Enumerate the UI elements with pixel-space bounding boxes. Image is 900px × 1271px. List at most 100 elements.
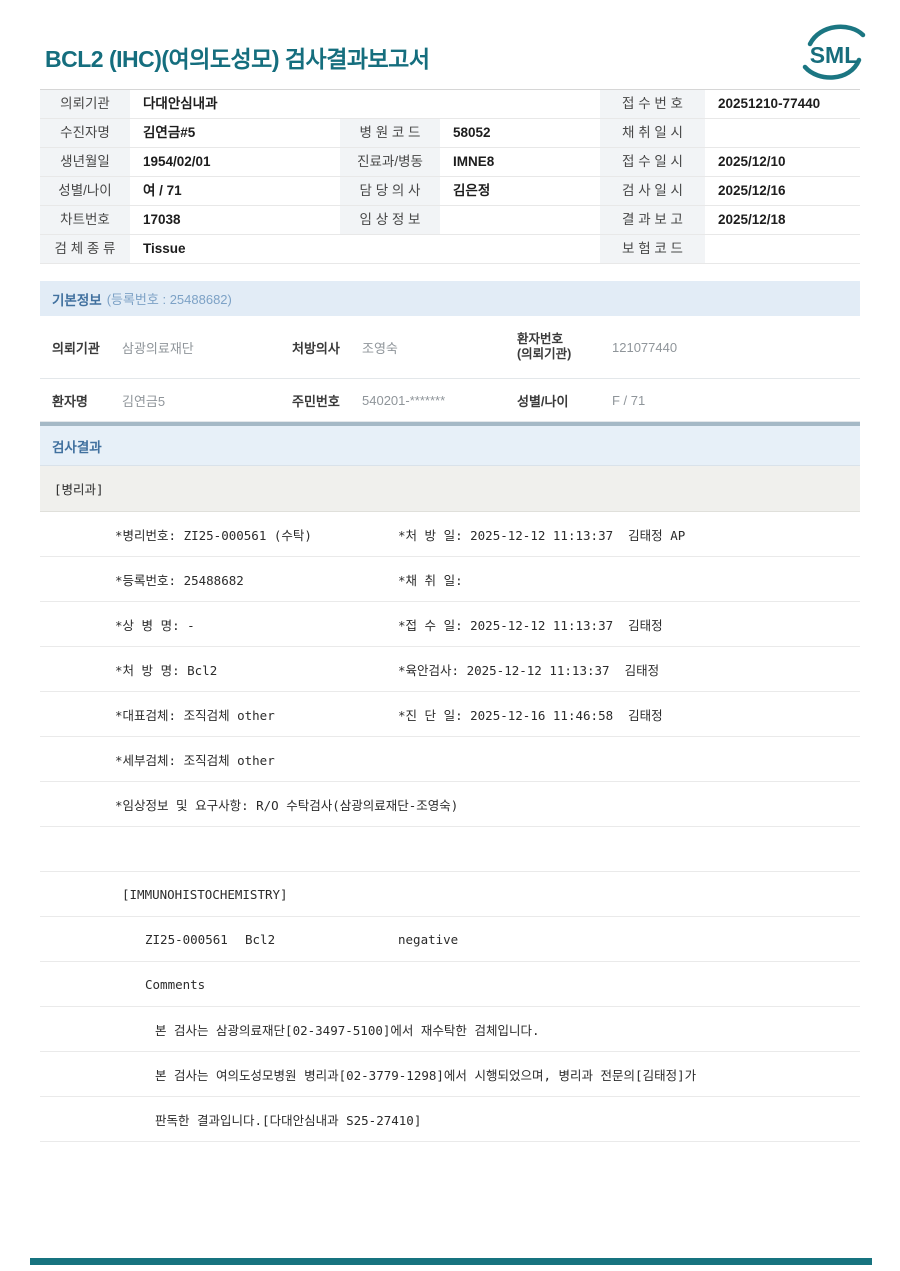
field-label: 환자명: [52, 393, 88, 409]
result-text: *상 병 명: -: [115, 617, 195, 633]
result-text: *진 단 일: 2025-12-16 11:46:58 김태정: [398, 707, 663, 723]
results-title: 검사결과: [52, 439, 102, 455]
field-label: 접 수 일 시: [600, 148, 705, 176]
result-text: *병리번호: ZI25-000561 (수탁): [115, 527, 312, 543]
table-row: 생년월일 1954/02/01 진료과/병동 IMNE8 접 수 일 시 202…: [40, 148, 860, 177]
field-value: [705, 235, 860, 263]
result-line: *상 병 명: - *접 수 일: 2025-12-12 11:13:37 김태…: [40, 602, 860, 647]
basic-info-header: 기본정보 (등록번호 : 25488682): [40, 281, 860, 316]
department-row: [병리과]: [40, 466, 860, 512]
field-value: 삼광의료재단: [122, 340, 194, 356]
field-label: 병 원 코 드: [340, 119, 440, 147]
result-line: *등록번호: 25488682 *채 취 일:: [40, 557, 860, 602]
field-value: [440, 206, 595, 234]
field-value: 121077440: [612, 339, 678, 355]
field-value: 여 / 71: [143, 183, 182, 198]
result-text: *세부검체: 조직검체 other: [115, 752, 275, 768]
result-line: *임상정보 및 요구사항: R/O 수탁검사(삼광의료재단-조영숙): [40, 782, 860, 827]
result-line: 본 검사는 여의도성모병원 병리과[02-3779-1298]에서 시행되었으며…: [40, 1052, 860, 1097]
result-text: *처 방 명: Bcl2: [115, 662, 218, 678]
comment-text: 본 검사는 삼광의료재단[02-3497-5100]에서 재수탁한 검체입니다.: [155, 1022, 540, 1038]
patient-info-table: 의뢰기관 다대안심내과 접 수 번 호 20251210-77440 수진자명 …: [40, 89, 860, 264]
field-label: 주민번호: [292, 393, 340, 409]
basic-info-row: 의뢰기관 삼광의료재단 처방의사 조영숙 환자번호 (의뢰기관) 1210774…: [40, 316, 860, 379]
result-line-empty: [40, 827, 860, 872]
result-line: Comments: [40, 962, 860, 1007]
comments-label: Comments: [145, 976, 206, 992]
field-value: 2025/12/10: [718, 154, 786, 169]
result-line: *처 방 명: Bcl2 *육안검사: 2025-12-12 11:13:37 …: [40, 647, 860, 692]
result-line: 본 검사는 삼광의료재단[02-3497-5100]에서 재수탁한 검체입니다.: [40, 1007, 860, 1052]
result-section-title: [IMMUNOHISTOCHEMISTRY]: [122, 886, 288, 902]
test-result: negative: [398, 931, 459, 947]
result-line: ZI25-000561 Bcl2 negative: [40, 917, 860, 962]
comment-text: 판독한 결과입니다.[다대안심내과 S25-27410]: [155, 1112, 422, 1128]
result-line: *병리번호: ZI25-000561 (수탁) *처 방 일: 2025-12-…: [40, 512, 860, 557]
field-label: 성별/나이: [517, 393, 569, 409]
result-text: *채 취 일:: [398, 572, 463, 588]
result-text: *임상정보 및 요구사항: R/O 수탁검사(삼광의료재단-조영숙): [115, 797, 459, 813]
field-label: 보 험 코 드: [600, 235, 705, 263]
field-value: F / 71: [612, 392, 646, 408]
field-value: 김연금5: [122, 393, 166, 409]
basic-info-cell: 주민번호 540201-*******: [292, 391, 517, 410]
field-value: 김은정: [453, 183, 491, 198]
footer-bar: [30, 1258, 872, 1265]
basic-info-cell: 의뢰기관 삼광의료재단: [52, 338, 292, 357]
result-text: *등록번호: 25488682: [115, 572, 244, 588]
field-label: 의뢰기관: [52, 340, 100, 356]
result-text: *접 수 일: 2025-12-12 11:13:37 김태정: [398, 617, 663, 633]
results-header: 검사결과: [40, 426, 860, 466]
basic-info-row: 환자명 김연금5 주민번호 540201-******* 성별/나이 F / 7…: [40, 379, 860, 422]
field-label: 담 당 의 사: [340, 177, 440, 205]
page-title: BCL2 (IHC)(여의도성모) 검사결과보고서: [45, 46, 430, 72]
field-label: 의뢰기관: [40, 90, 130, 118]
comment-text: 본 검사는 여의도성모병원 병리과[02-3779-1298]에서 시행되었으며…: [155, 1067, 697, 1083]
field-value: 김연금#5: [143, 125, 196, 140]
field-value: Tissue: [143, 241, 186, 256]
field-label: 환자번호 (의뢰기관): [517, 332, 612, 362]
field-label: 접 수 번 호: [600, 90, 705, 118]
department-label: [병리과]: [54, 482, 104, 497]
sml-logo: SML: [800, 20, 868, 84]
field-value: 다대안심내과: [143, 96, 218, 111]
field-label: 성별/나이: [40, 177, 130, 205]
field-label: 차트번호: [40, 206, 130, 234]
field-label: 결 과 보 고: [600, 206, 705, 234]
field-value: IMNE8: [453, 154, 495, 169]
field-label-line2: (의뢰기관): [517, 347, 572, 361]
field-label: 수진자명: [40, 119, 130, 147]
field-label-line1: 환자번호: [517, 332, 564, 346]
field-value: 17038: [143, 212, 181, 227]
basic-info-section: 기본정보 (등록번호 : 25488682) 의뢰기관 삼광의료재단 처방의사 …: [40, 281, 860, 422]
result-line: *대표검체: 조직검체 other *진 단 일: 2025-12-16 11:…: [40, 692, 860, 737]
field-label: 처방의사: [292, 340, 340, 356]
table-row: 검 체 종 류 Tissue 보 험 코 드: [40, 235, 860, 264]
field-value: [705, 119, 860, 147]
test-name: Bcl2: [245, 931, 276, 947]
result-text: *처 방 일: 2025-12-12 11:13:37 김태정 AP: [398, 527, 686, 543]
result-text: *대표검체: 조직검체 other: [115, 707, 275, 723]
field-label: 임 상 정 보: [340, 206, 440, 234]
field-value: 1954/02/01: [143, 154, 211, 169]
field-value: 조영숙: [362, 340, 398, 356]
basic-info-cell: 환자번호 (의뢰기관) 121077440: [517, 332, 860, 362]
basic-info-cell: 환자명 김연금5: [52, 391, 292, 410]
sml-logo-text: SML: [809, 42, 859, 68]
basic-info-cell: 처방의사 조영숙: [292, 338, 517, 357]
field-value: 20251210-77440: [718, 96, 821, 111]
results-section: 검사결과 [병리과] *병리번호: ZI25-000561 (수탁) *처 방 …: [40, 426, 860, 1142]
result-text: *육안검사: 2025-12-12 11:13:37 김태정: [398, 662, 660, 678]
table-row: 의뢰기관 다대안심내과 접 수 번 호 20251210-77440: [40, 90, 860, 119]
result-line: [IMMUNOHISTOCHEMISTRY]: [40, 872, 860, 917]
basic-info-title: 기본정보: [52, 292, 102, 308]
table-row: 차트번호 17038 임 상 정 보 결 과 보 고 2025/12/18: [40, 206, 860, 235]
report-page: BCL2 (IHC)(여의도성모) 검사결과보고서 SML 의뢰기관 다대안심내…: [0, 0, 900, 1271]
field-label: 검 체 종 류: [40, 235, 130, 263]
field-label: 진료과/병동: [340, 148, 440, 176]
table-row: 성별/나이 여 / 71 담 당 의 사 김은정 검 사 일 시 2025/12…: [40, 177, 860, 206]
field-value: 2025/12/16: [718, 183, 786, 198]
registration-number: (등록번호 : 25488682): [106, 292, 232, 307]
basic-info-cell: 성별/나이 F / 71: [517, 391, 860, 410]
field-value: 58052: [453, 125, 491, 140]
